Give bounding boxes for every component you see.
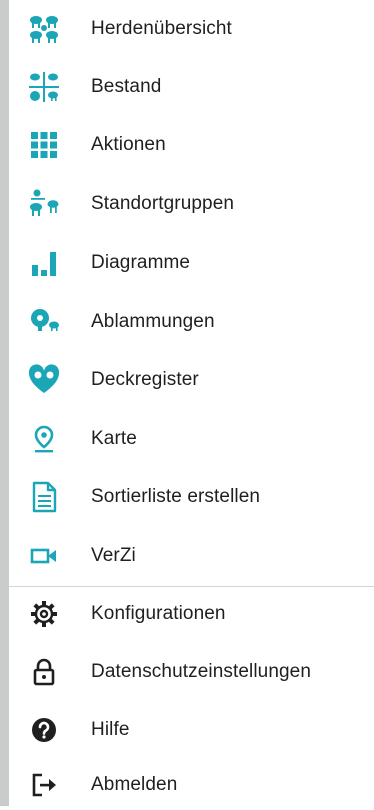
drawer-edge [0, 0, 9, 806]
menu-item-abmelden[interactable]: Abmelden [9, 760, 374, 810]
navigation-drawer: Herdenübersicht Bestand Aktionen Standor… [9, 0, 374, 806]
menu-item-standortgruppen[interactable]: Standortgruppen [9, 179, 374, 229]
herd-overview-icon [24, 9, 64, 49]
menu-item-bestand[interactable]: Bestand [9, 62, 374, 112]
menu-item-diagramme[interactable]: Diagramme [9, 238, 374, 288]
menu-item-label: Hilfe [91, 719, 130, 740]
menu-item-karte[interactable]: Karte [9, 414, 374, 464]
document-list-icon [24, 477, 64, 517]
gear-icon [24, 594, 64, 634]
menu-item-label: Aktionen [91, 134, 166, 155]
logout-icon [24, 765, 64, 805]
bar-chart-icon [24, 243, 64, 283]
map-pin-icon [24, 419, 64, 459]
lambing-icon [24, 302, 64, 342]
help-icon [24, 710, 64, 750]
menu-item-label: Deckregister [91, 369, 199, 390]
location-groups-icon [24, 184, 64, 224]
menu-item-konfigurationen[interactable]: Konfigurationen [9, 589, 374, 639]
menu-item-datenschutzeinstellungen[interactable]: Datenschutzeinstellungen [9, 647, 374, 697]
menu-item-label: Diagramme [91, 252, 191, 273]
stock-icon [24, 67, 64, 107]
menu-item-label: Standortgruppen [91, 193, 235, 214]
menu-item-label: Abmelden [91, 774, 178, 795]
menu-item-label: Karte [91, 428, 137, 449]
menu-item-hilfe[interactable]: Hilfe [9, 705, 374, 755]
menu-item-sortierliste-erstellen[interactable]: Sortierliste erstellen [9, 472, 374, 522]
actions-grid-icon [24, 125, 64, 165]
menu-item-ablammungen[interactable]: Ablammungen [9, 297, 374, 347]
mating-register-icon [24, 360, 64, 400]
menu-item-label: Sortierliste erstellen [91, 486, 261, 507]
menu-divider [9, 586, 374, 587]
menu-item-verzi[interactable]: VerZi [9, 531, 374, 581]
menu-item-label: Konfigurationen [91, 603, 226, 624]
menu-item-label: Herdenübersicht [91, 18, 232, 39]
menu-item-deckregister[interactable]: Deckregister [9, 355, 374, 405]
menu-item-label: VerZi [91, 545, 136, 566]
menu-item-herdenuebersicht[interactable]: Herdenübersicht [9, 4, 374, 54]
video-camera-icon [24, 536, 64, 576]
menu-item-aktionen[interactable]: Aktionen [9, 120, 374, 170]
menu-item-label: Ablammungen [91, 311, 215, 332]
menu-item-label: Bestand [91, 76, 162, 97]
menu-item-label: Datenschutzeinstellungen [91, 661, 311, 682]
lock-icon [24, 652, 64, 692]
